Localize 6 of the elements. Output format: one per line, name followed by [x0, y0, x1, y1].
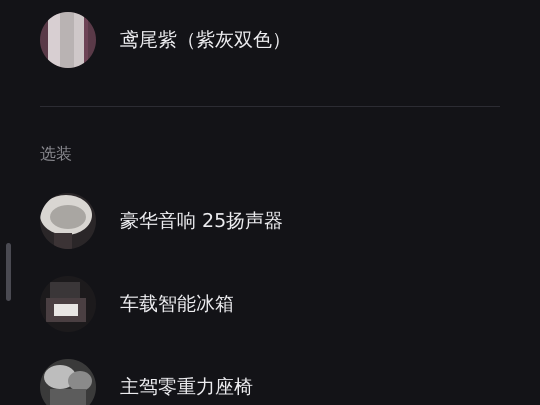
color-option-name[interactable]: 鸢尾紫（紫灰双色） [120, 27, 291, 53]
scrollbar[interactable] [6, 243, 11, 301]
option-name[interactable]: 车载智能冰箱 [120, 291, 234, 317]
option-name[interactable]: 豪华音响 25扬声器 [120, 208, 284, 234]
option-name[interactable]: 主驾零重力座椅 [120, 374, 253, 400]
section-title: 选装 [40, 144, 72, 165]
